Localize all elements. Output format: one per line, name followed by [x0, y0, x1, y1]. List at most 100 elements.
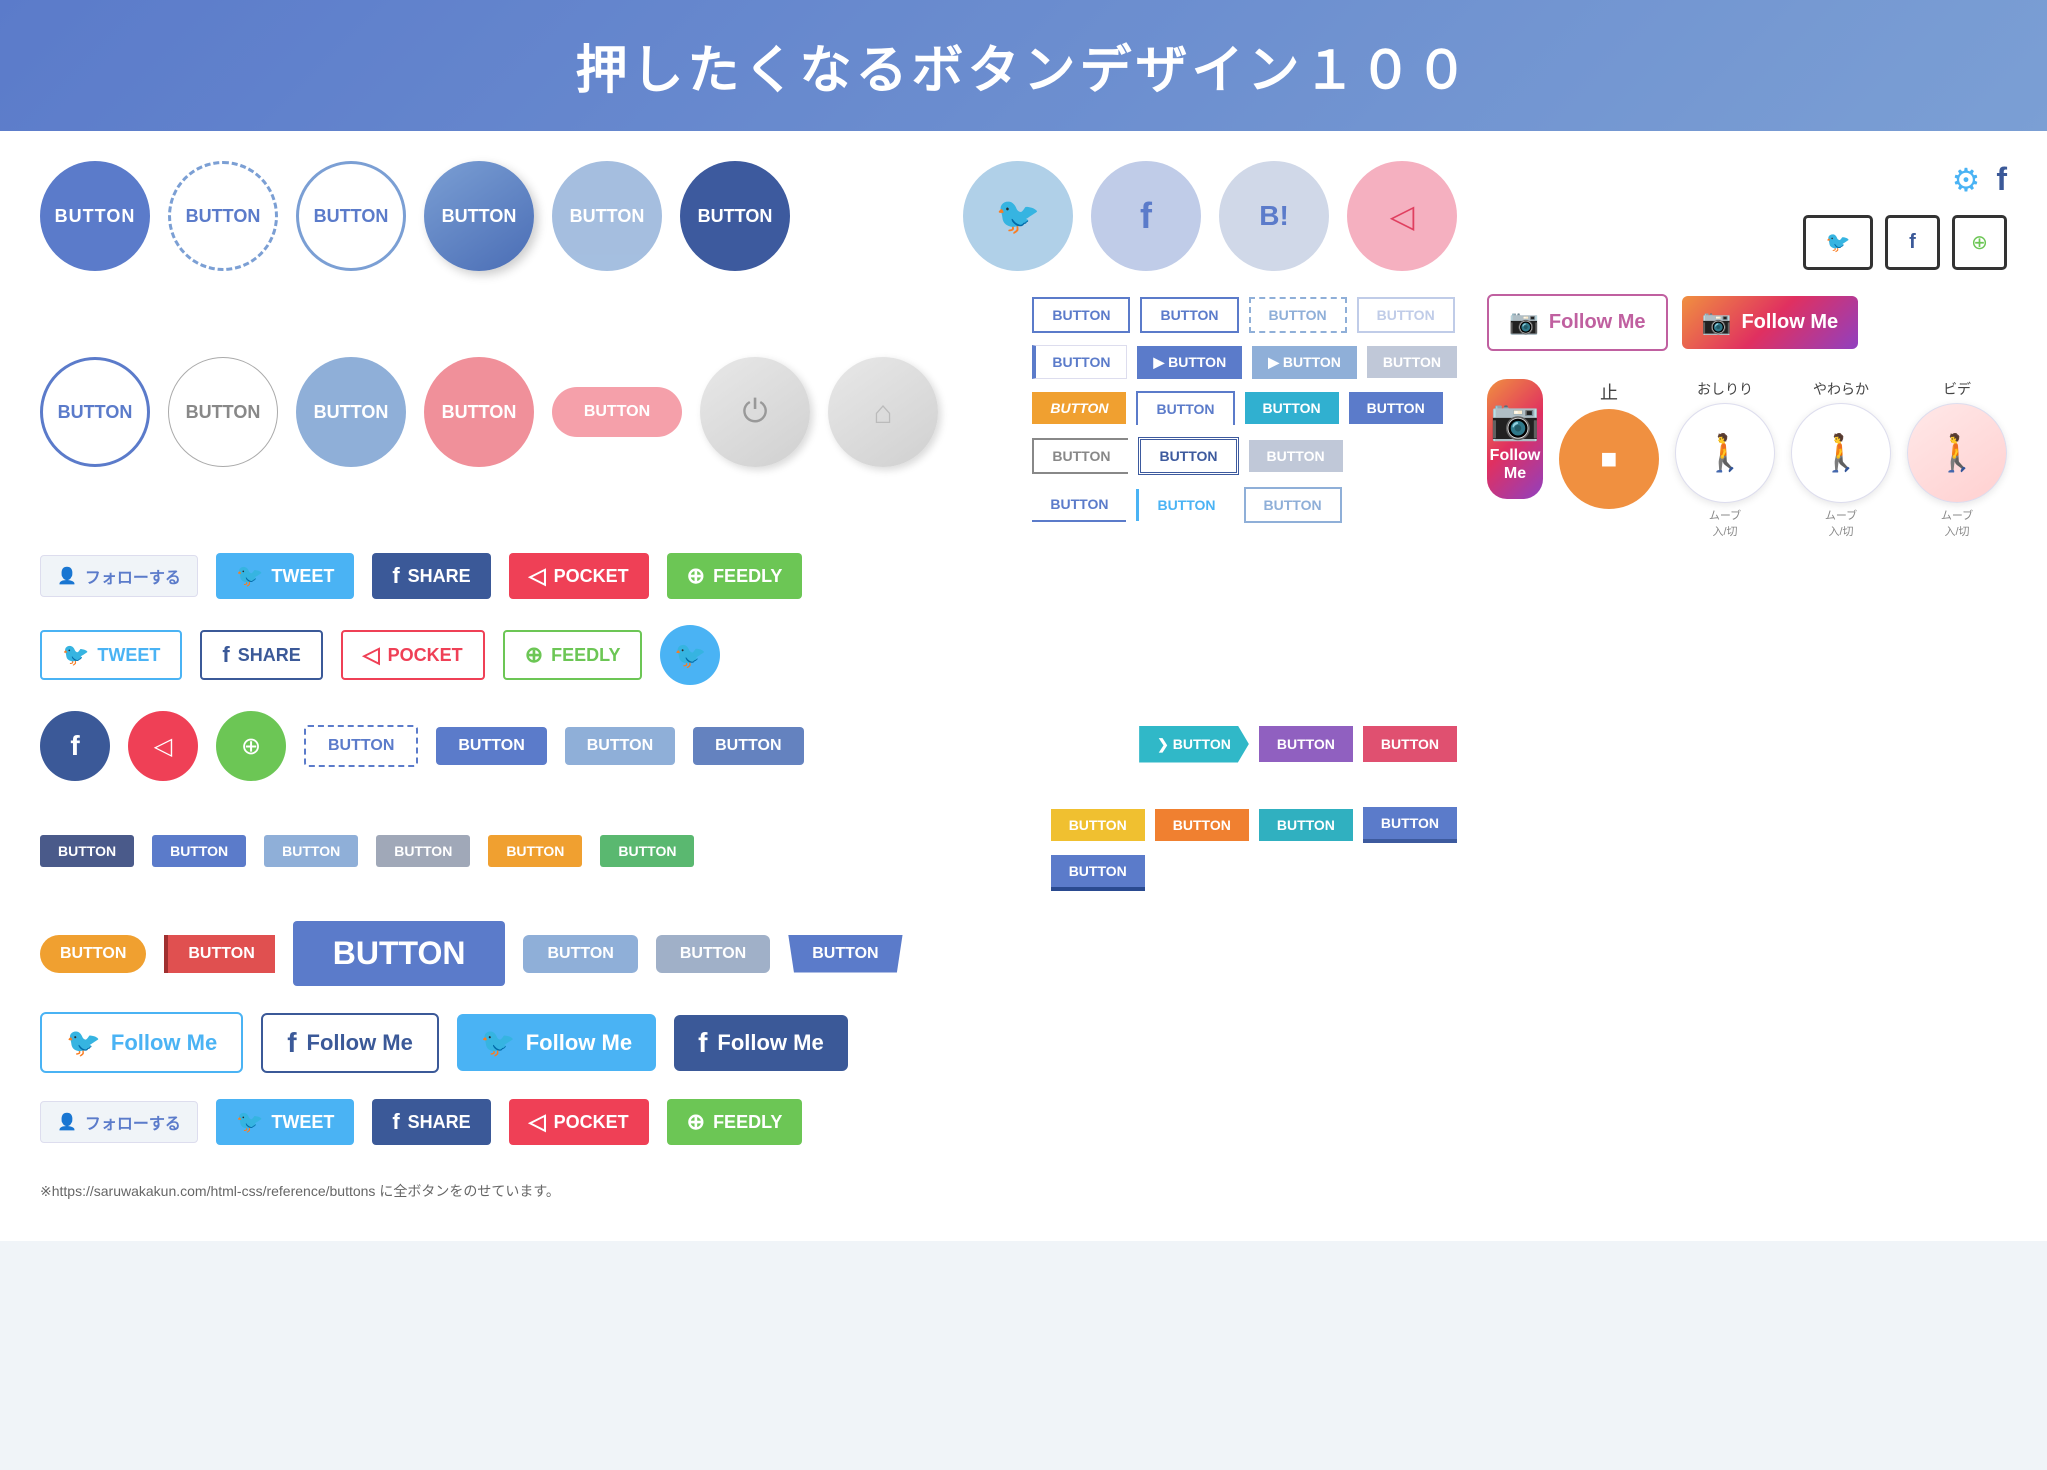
rp-orange-solid-btn[interactable]: BUTTON — [1155, 809, 1249, 841]
twitter-icon: 🐦 — [996, 195, 1041, 237]
footer-note: ※https://saruwakakun.com/html-css/refere… — [40, 1171, 1457, 1211]
facebook-icon: f — [392, 563, 399, 589]
sm-orange-btn[interactable]: BUTTON — [488, 835, 582, 867]
orange-pill-btn[interactable]: BUTTON — [40, 935, 146, 973]
page-wrapper: 押したくなるボタンデザイン１００ BUTTON BUTTON BUTTON BU… — [0, 0, 2047, 1241]
rp-arrow-light-btn[interactable]: ▶ BUTTON — [1252, 346, 1357, 379]
solid-mid-btn-1[interactable]: BUTTON — [565, 727, 675, 765]
dashed-blue-btn-1[interactable]: BUTTON — [304, 725, 418, 767]
rp-blue-notch-btn[interactable]: BUTTON — [1363, 807, 1457, 843]
pocket-outline-btn[interactable]: ◁ POCKET — [341, 630, 485, 680]
red-left-btn[interactable]: BUTTON — [164, 935, 274, 973]
sm-blue-btn[interactable]: BUTTON — [152, 835, 246, 867]
rp-bracket-btn[interactable]: BUTTON — [1032, 438, 1128, 474]
rp-arrow-solid-btn[interactable]: ▶ BUTTON — [1137, 346, 1242, 379]
rp-orange-btn[interactable]: BUTTON — [1032, 392, 1126, 424]
rp-red-btn[interactable]: BUTTON — [1363, 726, 1457, 762]
pocket-circle-icon-btn[interactable]: ◁ — [1347, 161, 1457, 271]
instagram-large-btn[interactable]: 📷 Follow Me — [1487, 379, 1543, 499]
home-btn[interactable]: ⌂ — [828, 357, 938, 467]
rp-dashed-btn-1[interactable]: BUTTON — [1249, 297, 1347, 333]
circle-gradient-btn-4[interactable]: BUTTON — [424, 161, 534, 271]
rp-gray-solid-btn[interactable]: BUTTON — [1249, 440, 1343, 472]
rp-yellow-btn[interactable]: BUTTON — [1051, 809, 1145, 841]
circle-dashed-btn-2[interactable]: BUTTON — [168, 161, 278, 271]
follow-twitter-solid-btn[interactable]: 🐦 Follow Me — [457, 1014, 656, 1071]
user-icon: 👤 — [57, 1112, 77, 1132]
pocket-btn-2[interactable]: ◁ POCKET — [509, 1099, 649, 1145]
social-share-row1: 👤 フォローする 🐦 TWEET f SHARE ◁ POCKET ⊕ — [40, 553, 1457, 599]
instagram-follow-gradient-btn[interactable]: 📷 Follow Me — [1682, 296, 1859, 349]
follow-small-btn-2[interactable]: 👤 フォローする — [40, 1101, 198, 1143]
rp-blue-tab-btn[interactable]: BUTTON — [1136, 391, 1234, 425]
rp-underline-btn[interactable]: BUTTON — [1032, 488, 1126, 522]
rp-blue-solid-btn-2[interactable]: BUTTON — [1051, 855, 1145, 891]
feedly-outline-btn[interactable]: ⊕ FEEDLY — [503, 630, 643, 680]
rp-row7: BUTTON BUTTON BUTTON BUTTON — [1051, 807, 1457, 843]
rp-teal-arrow-btn[interactable]: ❯ BUTTON — [1139, 726, 1249, 763]
circle-solid-btn-1[interactable]: BUTTON — [40, 161, 150, 271]
rp-double-border-btn[interactable]: BUTTON — [1138, 437, 1238, 475]
rounded-blue-btn-1[interactable]: BUTTON — [523, 935, 637, 973]
circle-mid-blue-btn[interactable]: BUTTON — [296, 357, 406, 467]
sm-green-btn[interactable]: BUTTON — [600, 835, 694, 867]
facebook-outline-btn[interactable]: f SHARE — [200, 630, 322, 680]
follow-twitter-outline-btn[interactable]: 🐦 Follow Me — [40, 1012, 243, 1073]
twitter-icon: 🐦 — [236, 1109, 263, 1135]
solid-blue-btn-1[interactable]: BUTTON — [436, 727, 546, 765]
yawaraka-btn[interactable]: 🚶 — [1791, 403, 1891, 503]
big-blue-btn[interactable]: BUTTON — [293, 921, 506, 986]
rounded-gray-btn[interactable]: BUTTON — [656, 935, 770, 973]
feedly-btn-1[interactable]: ⊕ FEEDLY — [667, 553, 803, 599]
rp-purple-btn[interactable]: BUTTON — [1259, 726, 1353, 762]
rp-blue-solid-btn[interactable]: BUTTON — [1349, 392, 1443, 424]
circle-outline-blue-btn[interactable]: BUTTON — [40, 357, 150, 467]
feedly-btn-2[interactable]: ⊕ FEEDLY — [667, 1099, 803, 1145]
rp-teal-btn[interactable]: BUTTON — [1245, 392, 1339, 424]
ashiri-btn[interactable]: 🚶 — [1675, 403, 1775, 503]
sm-gray-btn[interactable]: BUTTON — [376, 835, 470, 867]
facebook-icon: f — [287, 1027, 296, 1059]
bide-sub: ムーブ入/切 — [1941, 507, 1973, 539]
fb-circle-btn[interactable]: f — [40, 711, 110, 781]
rp-teal-solid-btn[interactable]: BUTTON — [1259, 809, 1353, 841]
solid-dark-btn-1[interactable]: BUTTON — [693, 727, 803, 765]
phone-device-icon: f — [1885, 215, 1940, 270]
rss-circle-btn[interactable]: ⊕ — [216, 711, 286, 781]
pill-pink-btn[interactable]: BUTTON — [552, 387, 682, 437]
twitter-circle-icon-btn[interactable]: 🐦 — [963, 161, 1073, 271]
sm-dark-btn[interactable]: BUTTON — [40, 835, 134, 867]
pocket-btn-1[interactable]: ◁ POCKET — [509, 553, 649, 599]
instagram-follow-outline-btn[interactable]: 📷 Follow Me — [1487, 294, 1668, 351]
circle-outlined-btn-3[interactable]: BUTTON — [296, 161, 406, 271]
circle-pink-btn[interactable]: BUTTON — [424, 357, 534, 467]
diagonal-blue-btn[interactable]: BUTTON — [788, 935, 902, 973]
rp-arrow-blue-btn[interactable]: BUTTON — [1032, 345, 1127, 379]
facebook-circle-icon-btn[interactable]: f — [1091, 161, 1201, 271]
bide-btn[interactable]: 🚶 — [1907, 403, 2007, 503]
twitter-circle-btn[interactable]: 🐦 — [660, 625, 720, 685]
circle-light-btn-5[interactable]: BUTTON — [552, 161, 662, 271]
circle-outline-thin-btn[interactable]: BUTTON — [168, 357, 278, 467]
tweet-outline-btn[interactable]: 🐦 TWEET — [40, 630, 182, 680]
follow-facebook-solid-btn[interactable]: f Follow Me — [674, 1015, 848, 1071]
tweet-btn-1[interactable]: 🐦 TWEET — [216, 553, 354, 599]
power-btn[interactable]: ⏻ — [700, 357, 810, 467]
follow-small-btn[interactable]: 👤 フォローする — [40, 555, 198, 597]
pocket-circle-btn[interactable]: ◁ — [128, 711, 198, 781]
rp-arrow-gray-btn[interactable]: BUTTON — [1367, 346, 1457, 378]
follow-facebook-outline-btn[interactable]: f Follow Me — [261, 1013, 439, 1073]
facebook-share-btn-1[interactable]: f SHARE — [372, 553, 490, 599]
stop-btn[interactable]: ■ — [1559, 409, 1659, 509]
facebook-icon: f — [1909, 231, 1916, 254]
facebook-share-btn-2[interactable]: f SHARE — [372, 1099, 490, 1145]
sm-light-btn[interactable]: BUTTON — [264, 835, 358, 867]
tweet-btn-2[interactable]: 🐦 TWEET — [216, 1099, 354, 1145]
rp-pipe-btn[interactable]: BUTTON — [1244, 487, 1342, 523]
rp-sep-btn[interactable]: BUTTON — [1136, 489, 1233, 521]
rp-light-btn-1[interactable]: BUTTON — [1357, 297, 1455, 333]
circle-dark-btn-6[interactable]: BUTTON — [680, 161, 790, 271]
hatena-circle-icon-btn[interactable]: B! — [1219, 161, 1329, 271]
rp-outline-btn-1[interactable]: BUTTON — [1032, 297, 1130, 333]
rp-outline-btn-2[interactable]: BUTTON — [1140, 297, 1238, 333]
